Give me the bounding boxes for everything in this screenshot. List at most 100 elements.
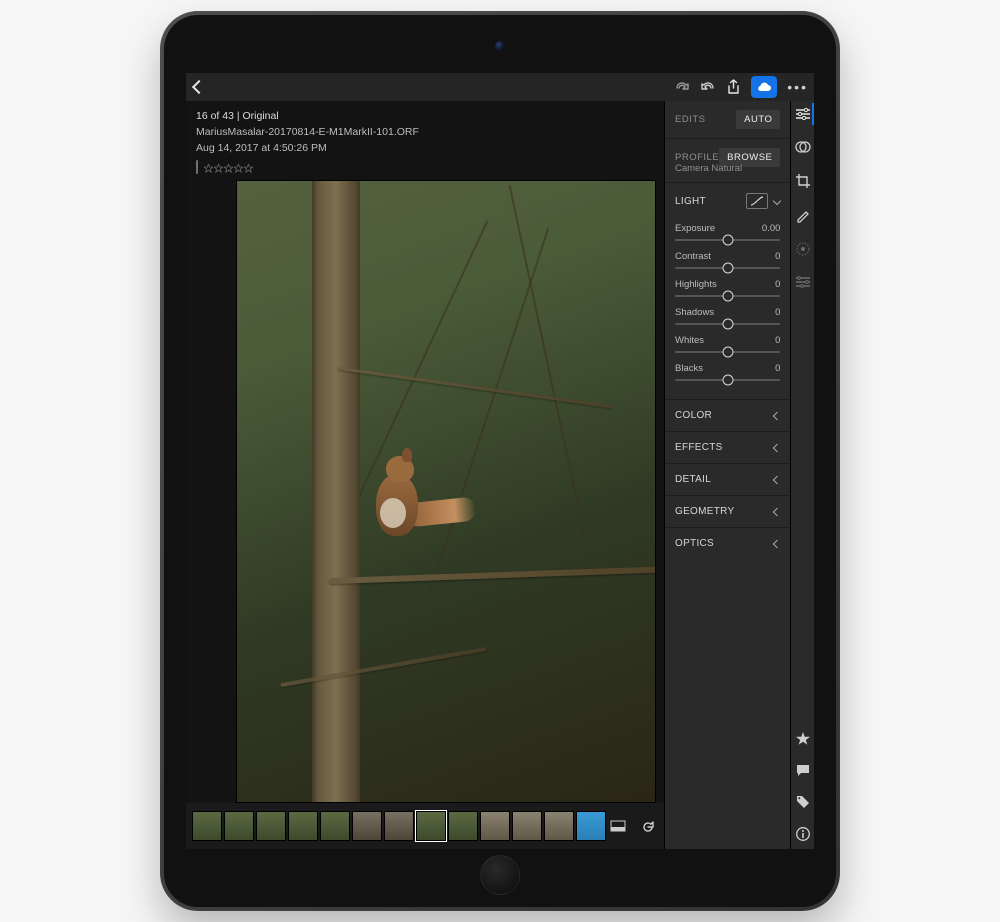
reset-button[interactable] xyxy=(640,819,658,833)
thumbnail[interactable] xyxy=(480,811,510,841)
thumbnail[interactable] xyxy=(192,811,222,841)
slider-track[interactable] xyxy=(675,323,780,325)
healing-brush-icon xyxy=(795,207,811,223)
thumbnail[interactable] xyxy=(384,811,414,841)
thumbnail[interactable] xyxy=(576,811,606,841)
rate-star[interactable] xyxy=(791,732,814,746)
detail-label: DETAIL xyxy=(675,474,711,485)
edit-panel: EDITS AUTO PROFILE BROWSE Camera Natural… xyxy=(664,101,790,849)
slider-knob[interactable] xyxy=(722,347,733,358)
chevron-left-icon xyxy=(773,507,781,515)
slider-knob[interactable] xyxy=(722,319,733,330)
photo-preview xyxy=(236,180,656,803)
thumbnail[interactable] xyxy=(320,811,350,841)
slider-track[interactable] xyxy=(675,295,780,297)
top-bar: ••• xyxy=(186,73,814,101)
effects-label: EFFECTS xyxy=(675,442,723,453)
thumbnail-selected[interactable] xyxy=(416,811,446,841)
light-sliders: Exposure0.00Contrast0Highlights0Shadows0… xyxy=(665,219,790,399)
tag-icon xyxy=(796,795,810,809)
back-button[interactable] xyxy=(194,82,204,92)
slider-blacks[interactable]: Blacks 0 xyxy=(675,363,780,381)
info-button[interactable] xyxy=(791,827,814,841)
comments-button[interactable] xyxy=(791,764,814,777)
slider-knob[interactable] xyxy=(722,263,733,274)
star-icon xyxy=(204,164,213,173)
cloud-icon xyxy=(756,81,772,93)
profile-name: Camera Natural xyxy=(665,163,790,182)
cloud-sync-button[interactable] xyxy=(751,76,777,98)
section-color[interactable]: COLOR xyxy=(665,400,790,431)
rating-stars[interactable] xyxy=(204,164,253,173)
tool-masking[interactable] xyxy=(791,241,814,257)
slider-knob[interactable] xyxy=(722,235,733,246)
slider-highlights[interactable]: Highlights0 xyxy=(675,279,780,297)
section-light[interactable]: LIGHT xyxy=(665,183,790,219)
thumbnail[interactable] xyxy=(256,811,286,841)
tool-crop[interactable] xyxy=(791,173,814,189)
sliders-icon xyxy=(795,107,811,121)
section-optics[interactable]: OPTICS xyxy=(665,528,790,559)
star-icon xyxy=(234,164,243,173)
share-button[interactable] xyxy=(726,79,741,95)
chevron-left-icon xyxy=(773,411,781,419)
slider-knob[interactable] xyxy=(722,375,733,386)
keywords-button[interactable] xyxy=(791,795,814,809)
tone-curve-button[interactable] xyxy=(746,193,768,209)
slider-label: Shadows xyxy=(675,307,714,318)
filmstrip xyxy=(186,803,664,849)
filmstrip-view-button[interactable] xyxy=(610,819,628,833)
redo-button[interactable] xyxy=(674,80,690,94)
slider-whites[interactable]: Whites0 xyxy=(675,335,780,353)
tool-adjust[interactable] xyxy=(791,107,814,121)
flag-toggle[interactable] xyxy=(196,160,198,176)
photo-metadata: 16 of 43 | Original MariusMasalar-201708… xyxy=(186,101,664,180)
crop-icon xyxy=(795,173,811,189)
radial-gradient-icon xyxy=(795,241,811,257)
slider-knob[interactable] xyxy=(722,291,733,302)
tool-healing[interactable] xyxy=(791,207,814,223)
section-detail[interactable]: DETAIL xyxy=(665,464,790,495)
edits-label: EDITS xyxy=(675,114,705,125)
slider-track[interactable] xyxy=(675,351,780,353)
thumbnail[interactable] xyxy=(288,811,318,841)
presets-icon xyxy=(795,275,811,289)
tool-presets[interactable] xyxy=(791,275,814,289)
slider-exposure[interactable]: Exposure0.00 xyxy=(675,223,780,241)
thumbnail[interactable] xyxy=(352,811,382,841)
photo-viewport[interactable] xyxy=(186,180,664,803)
slider-track[interactable] xyxy=(675,267,780,269)
photo-counter: 16 of 43 | Original xyxy=(196,109,654,125)
more-button[interactable]: ••• xyxy=(787,79,808,95)
tool-rail xyxy=(790,101,814,849)
color-label: COLOR xyxy=(675,410,712,421)
thumbnail[interactable] xyxy=(544,811,574,841)
flag-icon xyxy=(196,160,198,174)
profile-label: PROFILE xyxy=(675,152,719,163)
slider-track[interactable] xyxy=(675,379,780,381)
section-geometry[interactable]: GEOMETRY xyxy=(665,496,790,527)
undo-button[interactable] xyxy=(700,80,716,94)
auto-button[interactable]: AUTO xyxy=(736,110,780,129)
color-mix-icon xyxy=(795,139,811,155)
thumbnail[interactable] xyxy=(512,811,542,841)
tool-color-mix[interactable] xyxy=(791,139,814,155)
star-icon xyxy=(244,164,253,173)
photo-timestamp: Aug 14, 2017 at 4:50:26 PM xyxy=(196,141,654,157)
chevron-left-icon xyxy=(773,475,781,483)
slider-track[interactable] xyxy=(675,239,780,241)
slider-label: Blacks xyxy=(675,363,703,374)
geometry-label: GEOMETRY xyxy=(675,506,734,517)
slider-value: 0 xyxy=(775,363,780,374)
photo-filename: MariusMasalar-20170814-E-M1MarkII-101.OR… xyxy=(196,125,654,141)
slider-value: 0 xyxy=(775,335,780,346)
comment-icon xyxy=(796,764,810,777)
slider-shadows[interactable]: Shadows0 xyxy=(675,307,780,325)
section-effects[interactable]: EFFECTS xyxy=(665,432,790,463)
slider-label: Contrast xyxy=(675,251,711,262)
chevron-left-icon xyxy=(773,539,781,547)
home-button[interactable] xyxy=(480,855,520,895)
thumbnail[interactable] xyxy=(448,811,478,841)
slider-contrast[interactable]: Contrast0 xyxy=(675,251,780,269)
thumbnail[interactable] xyxy=(224,811,254,841)
